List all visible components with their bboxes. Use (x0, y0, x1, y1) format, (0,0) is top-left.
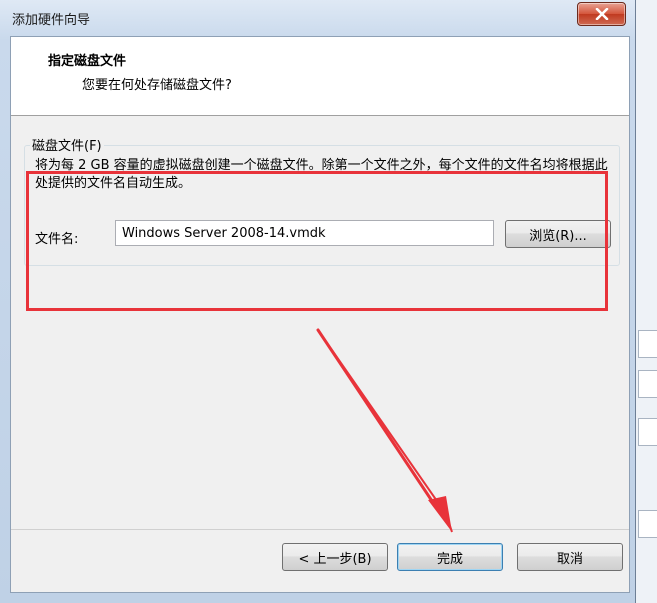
annotation-arrow-icon (316, 328, 453, 533)
